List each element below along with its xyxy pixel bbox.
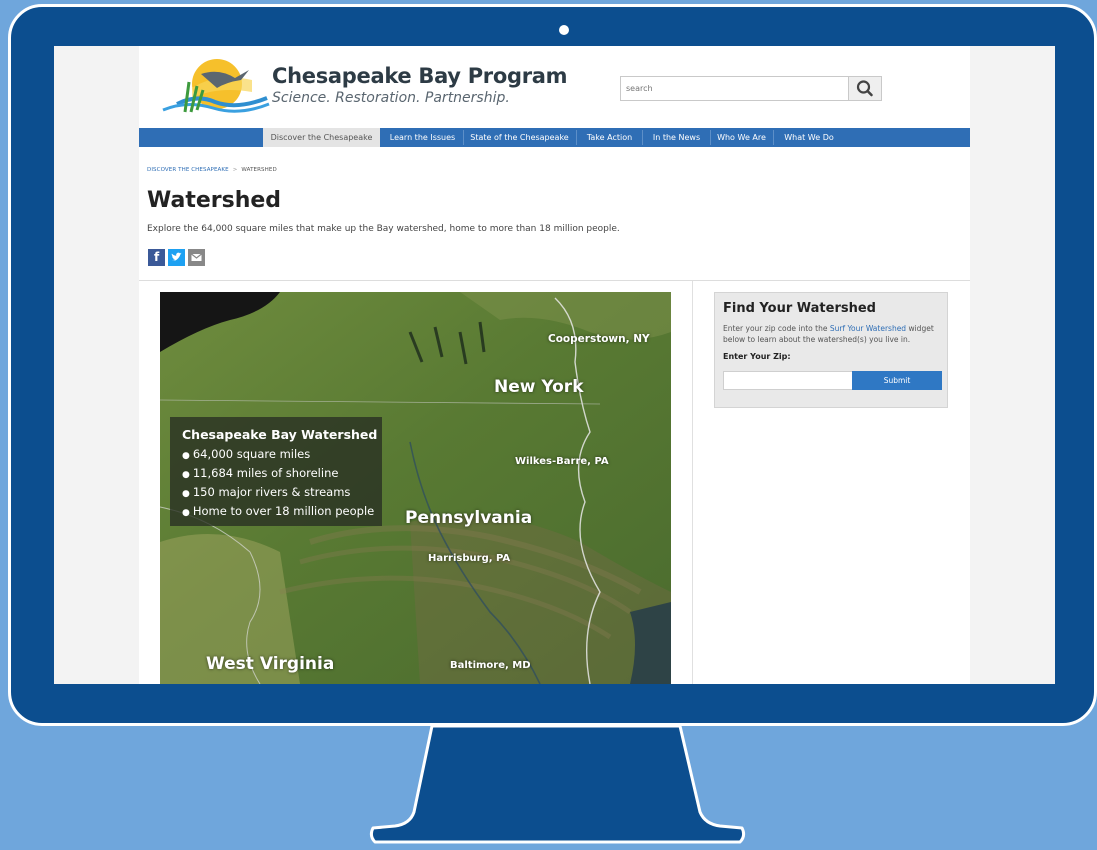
nav-what-we-do[interactable]: What We Do <box>779 128 839 147</box>
watershed-map: Cooperstown, NY New York Wilkes-Barre, P… <box>160 292 671 684</box>
nav-who-we-are[interactable]: Who We Are <box>713 128 770 147</box>
camera-dot <box>559 25 569 35</box>
search-box <box>620 76 882 101</box>
map-label-west-virginia: West Virginia <box>206 654 335 674</box>
map-label-new-york: New York <box>494 377 584 397</box>
logo-icon[interactable] <box>157 52 273 118</box>
widget-title: Find Your Watershed <box>723 301 876 316</box>
breadcrumb: DISCOVER THE CHESAPEAKE > WATERSHED <box>147 167 277 173</box>
zip-label: Enter Your Zip: <box>723 352 791 361</box>
legend-item: 64,000 square miles <box>182 447 310 461</box>
twitter-icon <box>171 252 182 261</box>
widget-desc-before: Enter your zip code into the <box>723 324 830 333</box>
surf-your-watershed-link[interactable]: Surf Your Watershed <box>830 324 906 333</box>
search-button[interactable] <box>848 77 881 100</box>
map-legend: Chesapeake Bay Watershed 64,000 square m… <box>170 417 382 526</box>
legend-title: Chesapeake Bay Watershed <box>182 427 378 442</box>
breadcrumb-current: WATERSHED <box>241 167 277 173</box>
find-watershed-widget: Find Your Watershed Enter your zip code … <box>714 292 948 408</box>
legend-item: 11,684 miles of shoreline <box>182 466 339 480</box>
map-label-harrisburg: Harrisburg, PA <box>428 553 511 564</box>
screen: Chesapeake Bay Program Science. Restorat… <box>54 46 1055 684</box>
breadcrumb-parent[interactable]: DISCOVER THE CHESAPEAKE <box>147 167 229 173</box>
map-label-pennsylvania: Pennsylvania <box>405 508 533 528</box>
zip-input[interactable] <box>723 371 853 390</box>
legend-item: Home to over 18 million people <box>182 504 374 518</box>
nav-separator <box>576 130 577 145</box>
page-subtitle: Explore the 64,000 square miles that mak… <box>147 224 620 234</box>
email-icon <box>191 253 202 261</box>
twitter-share-button[interactable] <box>168 249 185 266</box>
page-title: Watershed <box>147 188 282 213</box>
breadcrumb-separator: > <box>232 167 238 173</box>
site-tagline: Science. Restoration. Partnership. <box>272 90 510 106</box>
nav-discover-the-chesapeake[interactable]: Discover the Chesapeake <box>263 128 380 147</box>
facebook-share-button[interactable]: f <box>148 249 165 266</box>
nav-separator <box>710 130 711 145</box>
map-label-baltimore: Baltimore, MD <box>450 660 531 671</box>
nav-separator <box>642 130 643 145</box>
search-icon <box>856 80 873 97</box>
nav-state-of-the-chesapeake[interactable]: State of the Chesapeake <box>466 128 573 147</box>
facebook-icon: f <box>154 250 160 264</box>
email-share-button[interactable] <box>188 249 205 266</box>
column-divider <box>692 281 693 684</box>
map-label-cooperstown: Cooperstown, NY <box>548 333 650 345</box>
nav-take-action[interactable]: Take Action <box>579 128 640 147</box>
nav-separator <box>773 130 774 145</box>
nav-learn-the-issues[interactable]: Learn the Issues <box>384 128 461 147</box>
main-nav: Discover the Chesapeake Learn the Issues… <box>139 128 970 147</box>
map-label-wilkes-barre: Wilkes-Barre, PA <box>515 456 609 467</box>
nav-in-the-news[interactable]: In the News <box>645 128 708 147</box>
submit-button[interactable]: Submit <box>852 371 942 390</box>
site-title[interactable]: Chesapeake Bay Program <box>272 64 568 88</box>
widget-description: Enter your zip code into the Surf Your W… <box>723 323 945 345</box>
header-divider <box>139 280 970 281</box>
legend-item: 150 major rivers & streams <box>182 485 351 499</box>
web-page: Chesapeake Bay Program Science. Restorat… <box>139 46 970 684</box>
search-input[interactable] <box>621 77 847 100</box>
nav-separator <box>463 130 464 145</box>
